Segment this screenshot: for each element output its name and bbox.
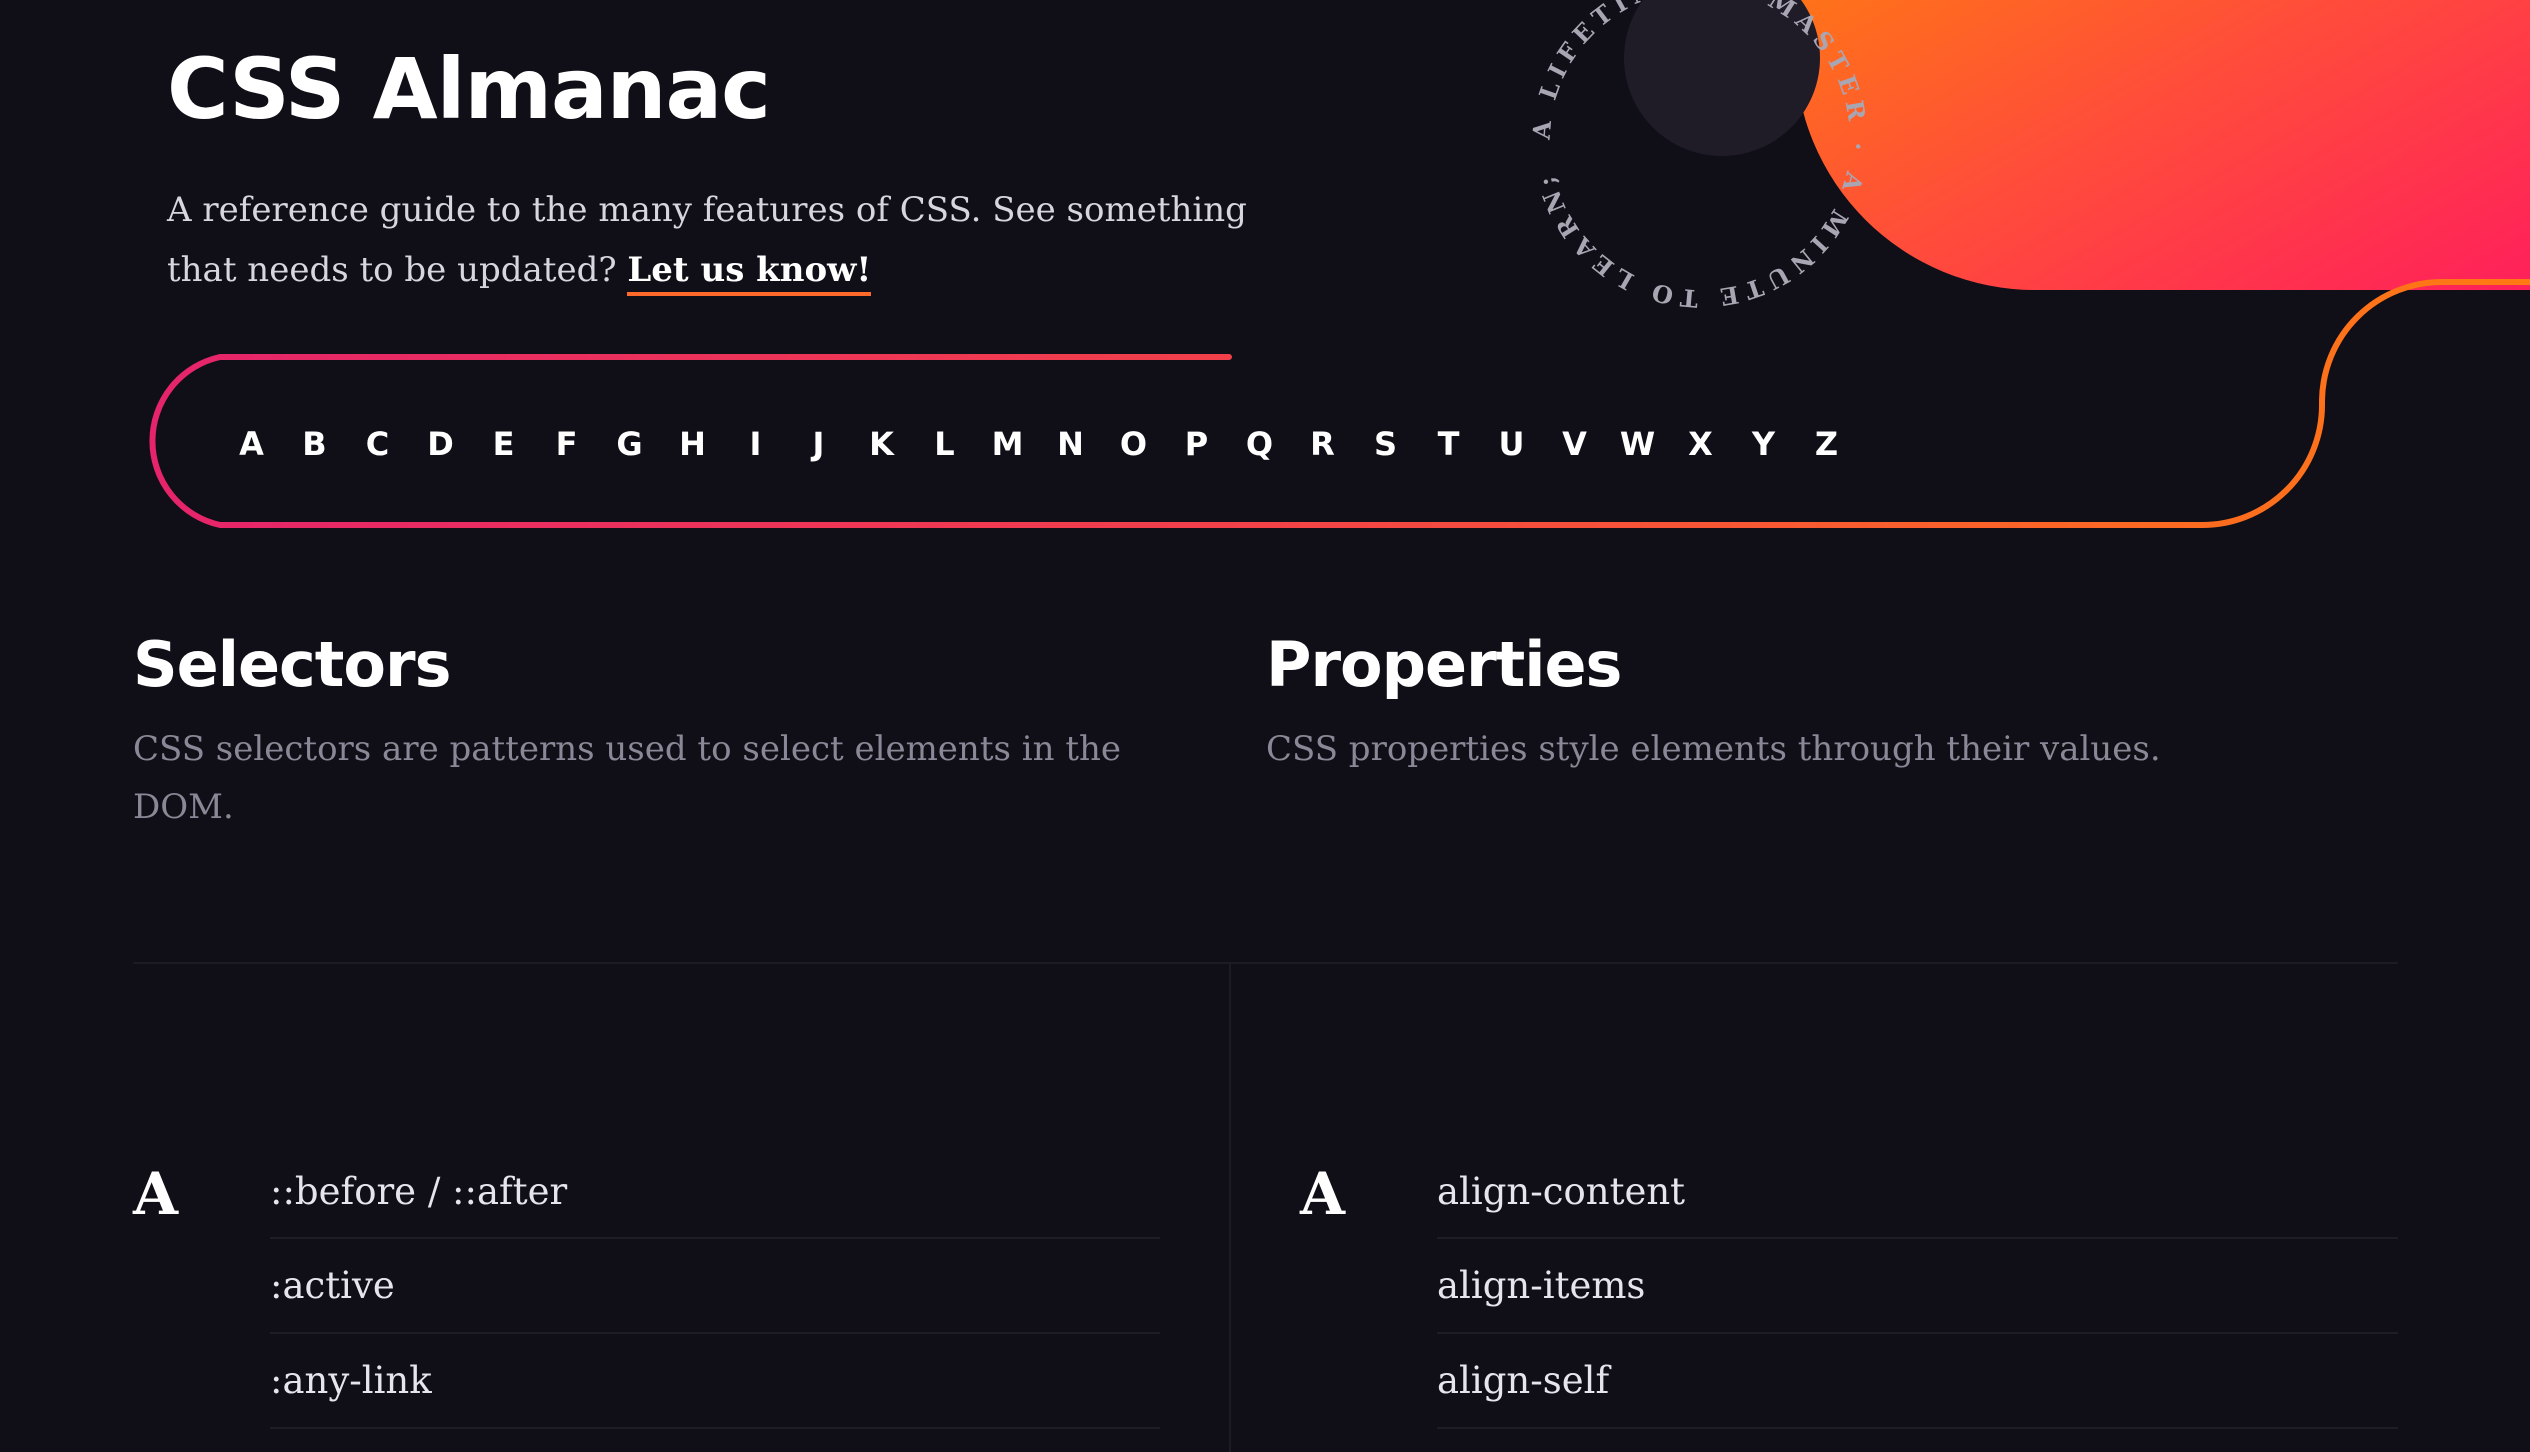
alpha-link-r[interactable]: R [1291,425,1354,463]
alpha-link-w[interactable]: W [1606,425,1669,463]
alpha-link-e[interactable]: E [472,425,535,463]
properties-heading: Properties [1266,628,1622,701]
alpha-link-i[interactable]: I [724,425,787,463]
list-item[interactable]: align-self [1437,1334,2398,1429]
site-title: CSS Almanac [167,40,771,138]
alpha-link-z[interactable]: Z [1795,425,1858,463]
alpha-link-u[interactable]: U [1480,425,1543,463]
section-divider [133,962,2398,964]
alpha-link-c[interactable]: C [346,425,409,463]
alpha-link-g[interactable]: G [598,425,661,463]
selectors-group-letter: A [133,1160,179,1228]
alpha-link-q[interactable]: Q [1228,425,1291,463]
properties-list: align-content align-items align-self [1437,1145,2398,1429]
column-divider [1229,962,1231,1452]
alpha-link-p[interactable]: P [1165,425,1228,463]
list-item[interactable]: :any-link [270,1334,1160,1429]
alpha-link-n[interactable]: N [1039,425,1102,463]
alpha-link-f[interactable]: F [535,425,598,463]
selectors-heading: Selectors [133,628,451,701]
selectors-description: CSS selectors are patterns used to selec… [133,729,1122,827]
alpha-link-x[interactable]: X [1669,425,1732,463]
alpha-link-d[interactable]: D [409,425,472,463]
alpha-link-m[interactable]: M [976,425,1039,463]
intro-paragraph: A reference guide to the many features o… [167,180,1267,300]
alpha-link-h[interactable]: H [661,425,724,463]
alpha-link-s[interactable]: S [1354,425,1417,463]
alpha-link-y[interactable]: Y [1732,425,1795,463]
let-us-know-link[interactable]: Let us know! [627,250,872,296]
alpha-link-l[interactable]: L [913,425,976,463]
alphabet-nav: A B C D E F G H I J K L M N O P Q R S T … [220,400,1858,488]
alpha-link-o[interactable]: O [1102,425,1165,463]
list-item[interactable]: ::before / ::after [270,1145,1160,1239]
list-item[interactable]: align-content [1437,1145,2398,1239]
properties-group-letter: A [1300,1160,1346,1228]
alpha-link-a[interactable]: A [220,425,283,463]
alpha-link-j[interactable]: J [787,425,850,463]
list-item[interactable]: align-items [1437,1239,2398,1334]
alpha-link-b[interactable]: B [283,425,346,463]
alpha-link-t[interactable]: T [1417,425,1480,463]
page: A LIFETIME TO MASTER · A MINUTE TO LEARN… [0,0,2530,1452]
properties-description: CSS properties style elements through th… [1266,729,2161,769]
list-item[interactable]: :active [270,1239,1160,1334]
selectors-list: ::before / ::after :active :any-link [270,1145,1160,1429]
alpha-link-k[interactable]: K [850,425,913,463]
alpha-link-v[interactable]: V [1543,425,1606,463]
